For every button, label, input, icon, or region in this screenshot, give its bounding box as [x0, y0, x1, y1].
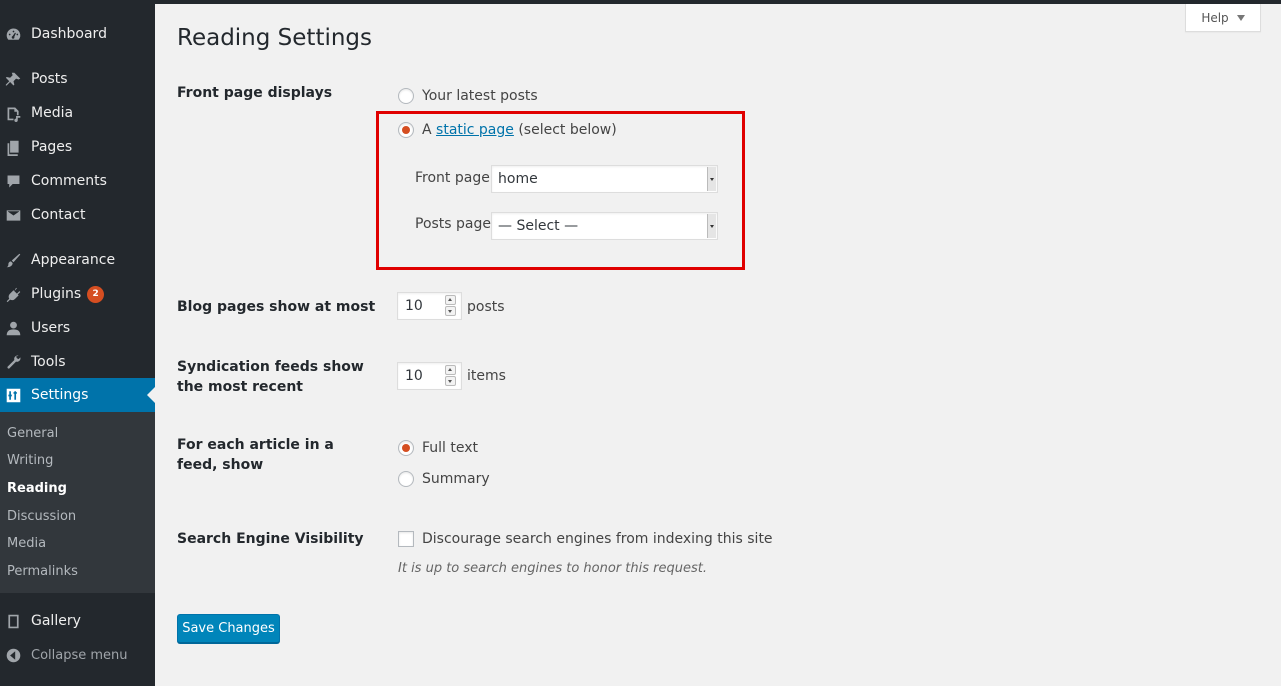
pin-icon [4, 70, 22, 88]
admin-sidebar: Dashboard Posts Media Pages Comments Con… [0, 0, 155, 686]
spin-down-icon[interactable] [445, 306, 456, 316]
sidebar-item-users[interactable]: Users [0, 311, 155, 345]
admin-top-bar [0, 0, 1281, 4]
blog-pages-heading: Blog pages show at most [177, 299, 376, 315]
pages-icon [4, 138, 22, 156]
posts-page-select[interactable]: — Select — [491, 212, 718, 240]
brush-icon [4, 251, 22, 269]
plugin-update-badge: 2 [87, 285, 105, 303]
sidebar-item-label: Comments [31, 173, 107, 189]
summary-label[interactable]: Summary [422, 471, 490, 487]
select-arrow-icon [707, 214, 716, 238]
sidebar-item-label: Media [31, 105, 74, 121]
settings-icon [4, 386, 22, 404]
sidebar-item-posts[interactable]: Posts [0, 62, 155, 96]
sidebar-item-label: Tools [31, 354, 66, 370]
media-icon [4, 104, 22, 122]
sidebar-item-gallery[interactable]: Gallery [0, 604, 155, 638]
static-page-label[interactable]: A static page (select below) [422, 122, 617, 138]
submenu-item-writing[interactable]: Writing [7, 453, 53, 468]
comment-icon [4, 172, 22, 190]
help-tab-button[interactable]: Help [1185, 4, 1261, 32]
radio-latest-posts[interactable] [398, 88, 414, 104]
front-page-displays-heading: Front page displays [177, 85, 333, 101]
plugin-icon [4, 285, 22, 303]
sidebar-item-settings[interactable]: Settings [0, 378, 155, 412]
sidebar-item-label: Contact [31, 207, 86, 223]
search-visibility-heading: Search Engine Visibility [177, 531, 364, 547]
user-icon [4, 319, 22, 337]
sidebar-item-appearance[interactable]: Appearance [0, 243, 155, 277]
submenu-item-discussion[interactable]: Discussion [7, 509, 76, 524]
sidebar-item-contact[interactable]: Contact [0, 198, 155, 232]
sidebar-item-label: Gallery [31, 613, 81, 629]
mail-icon [4, 206, 22, 224]
gallery-icon [4, 612, 22, 630]
sidebar-item-label: Pages [31, 139, 73, 155]
sidebar-item-tools[interactable]: Tools [0, 345, 155, 379]
radio-summary[interactable] [398, 471, 414, 487]
front-page-select-label: Front page: [415, 170, 495, 186]
submenu-item-permalinks[interactable]: Permalinks [7, 564, 78, 579]
spin-down-icon[interactable] [445, 376, 456, 386]
submenu-item-general[interactable]: General [7, 426, 58, 441]
posts-page-select-label: Posts page: [415, 216, 496, 232]
discourage-search-label[interactable]: Discourage search engines from indexing … [422, 531, 773, 547]
sidebar-item-label: Users [31, 320, 71, 336]
sidebar-item-label: Plugins [31, 286, 82, 302]
select-arrow-icon [707, 167, 716, 191]
collapse-icon [4, 646, 22, 664]
sidebar-item-label: Appearance [31, 252, 116, 268]
discourage-search-checkbox[interactable] [398, 531, 414, 547]
submenu-item-reading[interactable]: Reading [7, 481, 67, 496]
front-page-select[interactable]: home [491, 165, 718, 193]
blog-pages-number-input[interactable]: 10 [397, 292, 462, 320]
front-page-select-value: home [498, 171, 538, 187]
sidebar-item-pages[interactable]: Pages [0, 130, 155, 164]
collapse-menu-button[interactable]: Collapse menu [0, 638, 155, 672]
feed-article-heading: For each article in a feed, show [177, 437, 334, 473]
blog-pages-unit: posts [467, 299, 505, 315]
syndication-number-input[interactable]: 10 [397, 362, 462, 390]
help-label: Help [1201, 10, 1229, 25]
dashboard-icon [4, 25, 22, 43]
static-page-link[interactable]: static page [436, 122, 514, 138]
caret-down-icon [1236, 15, 1245, 21]
search-visibility-description: It is up to search engines to honor this… [398, 561, 707, 576]
page-title: Reading Settings [177, 25, 373, 51]
sidebar-item-dashboard[interactable]: Dashboard [0, 17, 155, 51]
settings-submenu: General Writing Reading Discussion Media… [0, 412, 155, 593]
full-text-label[interactable]: Full text [422, 440, 478, 456]
sidebar-item-label: Dashboard [31, 26, 107, 42]
radio-full-text[interactable] [398, 440, 414, 456]
syndication-value: 10 [405, 368, 423, 384]
latest-posts-label[interactable]: Your latest posts [422, 88, 538, 104]
sidebar-item-plugins[interactable]: Plugins 2 [0, 277, 155, 311]
collapse-menu-label: Collapse menu [31, 647, 128, 663]
radio-static-page[interactable] [398, 122, 414, 138]
spin-up-icon[interactable] [445, 365, 456, 375]
syndication-heading: Syndication feeds show the most recent [177, 359, 364, 395]
static-page-suffix: (select below) [518, 122, 617, 138]
wrench-icon [4, 353, 22, 371]
submenu-item-media[interactable]: Media [7, 536, 46, 551]
blog-pages-value: 10 [405, 298, 423, 314]
sidebar-item-comments[interactable]: Comments [0, 164, 155, 198]
sidebar-item-label: Posts [31, 71, 68, 87]
sidebar-item-label: Settings [31, 387, 89, 403]
static-page-prefix: A [422, 122, 432, 138]
save-changes-button[interactable]: Save Changes [177, 614, 280, 643]
sidebar-item-media[interactable]: Media [0, 96, 155, 130]
spin-up-icon[interactable] [445, 295, 456, 305]
syndication-unit: items [467, 368, 506, 384]
posts-page-select-value: — Select — [498, 218, 579, 234]
